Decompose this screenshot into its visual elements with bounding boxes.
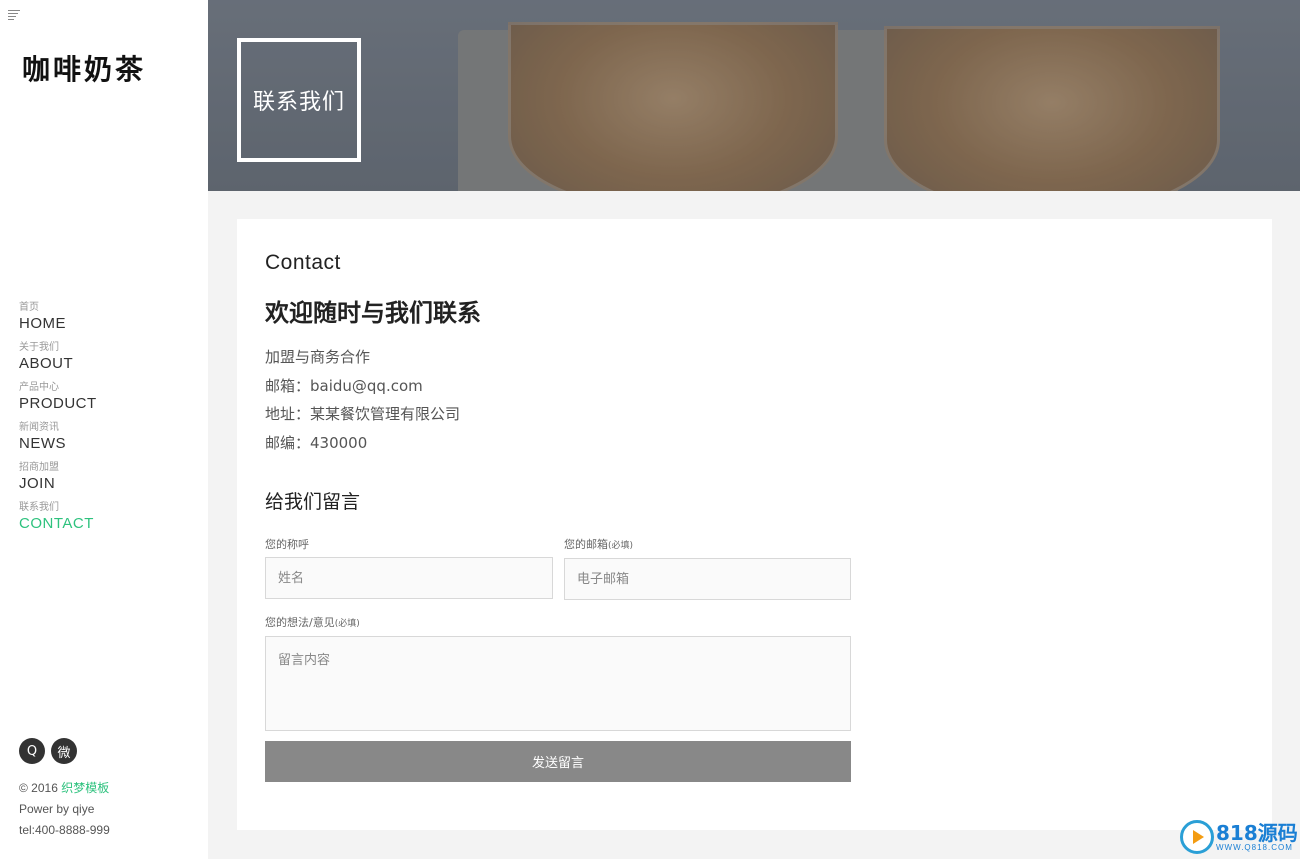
watermark-text: 818源码 WWW.Q818.COM: [1216, 823, 1298, 852]
nav-item-cn-label: 联系我们: [19, 502, 59, 513]
section-label: Contact: [265, 251, 341, 274]
weibo-icon[interactable]: 微: [51, 738, 77, 764]
copyright-text: © 2016: [19, 781, 58, 795]
nav-item-contact[interactable]: 联系我们 CONTACT: [19, 502, 189, 542]
form-title: 给我们留言: [265, 491, 361, 513]
nav-item-cn-label: 招商加盟: [19, 462, 59, 473]
banner-title-box: 联系我们: [237, 38, 361, 162]
nav-item-en-label: ABOUT: [19, 355, 74, 372]
social-links: Q 微: [19, 738, 77, 764]
site-logo[interactable]: 咖啡奶茶: [22, 48, 146, 88]
nav-item-join[interactable]: 招商加盟 JOIN: [19, 462, 189, 502]
contact-card: Contact 欢迎随时与我们联系 加盟与商务合作 邮箱：baidu@qq.co…: [237, 219, 1272, 830]
message-label-text: 您的想法/意见: [265, 616, 335, 629]
menu-toggle-icon[interactable]: [8, 10, 22, 22]
message-textarea[interactable]: [265, 636, 851, 731]
power-by-text: Power by qiye: [19, 802, 95, 816]
page-banner: 联系我们: [208, 0, 1300, 191]
nav-item-home[interactable]: 首页 HOME: [19, 302, 189, 342]
name-label-text: 您的称呼: [265, 538, 309, 551]
sidebar-footer: © 2016 织梦模板 Power by qiye tel:400-8888-9…: [19, 778, 110, 841]
nav-item-en-label: HOME: [19, 315, 66, 332]
info-line: 加盟与商务合作: [265, 348, 371, 366]
submit-button[interactable]: 发送留言: [265, 741, 851, 782]
required-mark: (必填): [334, 619, 360, 629]
tel-text: tel:400-8888-999: [19, 823, 110, 837]
contact-info: 加盟与商务合作 邮箱：baidu@qq.com 地址：某某餐饮管理有限公司 邮编…: [265, 343, 460, 457]
required-mark: (必填): [608, 541, 634, 551]
banner-overlay: [208, 0, 1300, 191]
info-line-zip: 邮编：430000: [265, 433, 368, 452]
nav-item-cn-label: 首页: [19, 302, 39, 313]
name-input[interactable]: [265, 557, 553, 599]
email-input[interactable]: [564, 558, 851, 600]
nav-item-cn-label: 关于我们: [19, 342, 59, 353]
info-line-email: 邮箱：baidu@qq.com: [265, 376, 423, 395]
page-title: 联系我们: [252, 90, 345, 115]
name-label: 您的称呼: [265, 536, 309, 552]
nav-item-about[interactable]: 关于我们 ABOUT: [19, 342, 189, 382]
contact-heading: 欢迎随时与我们联系: [265, 299, 481, 327]
main-nav: 首页 HOME 关于我们 ABOUT 产品中心 PRODUCT 新闻资讯 NEW…: [19, 302, 189, 542]
nav-item-cn-label: 新闻资讯: [19, 422, 59, 433]
email-label-text: 您的邮箱: [564, 538, 608, 551]
sidebar: 咖啡奶茶 首页 HOME 关于我们 ABOUT 产品中心 PRODUCT 新闻资…: [0, 0, 208, 859]
watermark-small: WWW.Q818.COM: [1216, 842, 1293, 852]
brand-link[interactable]: 织梦模板: [61, 781, 109, 795]
email-label: 您的邮箱(必填): [564, 536, 633, 552]
message-label: 您的想法/意见(必填): [265, 614, 360, 630]
watermark-big: 818源码: [1216, 820, 1298, 845]
nav-item-news[interactable]: 新闻资讯 NEWS: [19, 422, 189, 462]
nav-item-en-label: CONTACT: [19, 515, 94, 532]
nav-item-en-label: PRODUCT: [19, 395, 97, 412]
nav-item-product[interactable]: 产品中心 PRODUCT: [19, 382, 189, 422]
qq-icon[interactable]: Q: [19, 738, 45, 764]
nav-item-en-label: NEWS: [19, 435, 66, 452]
watermark-logo: 818源码 WWW.Q818.COM: [1180, 820, 1298, 854]
nav-item-cn-label: 产品中心: [19, 382, 59, 393]
info-line-address: 地址：某某餐饮管理有限公司: [265, 405, 461, 423]
nav-item-en-label: JOIN: [19, 475, 56, 492]
play-icon: [1180, 820, 1214, 854]
